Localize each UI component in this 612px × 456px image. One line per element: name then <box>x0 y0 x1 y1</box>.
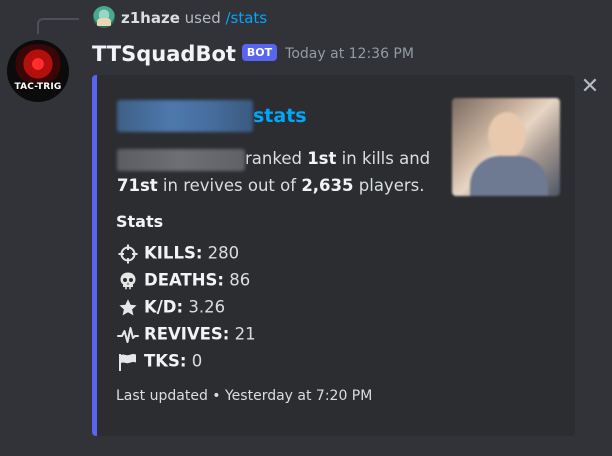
crosshair-icon <box>117 244 139 264</box>
author-name[interactable]: TTSquadBot <box>92 42 236 66</box>
desc-text-in-kills: in kills and <box>336 149 431 168</box>
reply-username[interactable]: z1haze <box>121 9 180 27</box>
stat-kd: K/D: 3.26 <box>117 295 225 319</box>
command-reply-context: z1haze used /stats <box>121 7 267 29</box>
embed-title: stats <box>117 100 307 132</box>
stat-value: 3.26 <box>183 297 226 317</box>
stat-deaths: DEATHS: 86 <box>117 268 250 292</box>
stat-value: 21 <box>229 324 256 344</box>
redacted-player-name <box>117 100 253 132</box>
stat-label: REVIVES: <box>144 324 230 344</box>
flag-icon <box>117 352 139 372</box>
embed-description: ranked 1st in kills and 71st in revives … <box>117 145 430 199</box>
stats-embed: stats ranked 1st in kills and 71st in re… <box>92 75 575 436</box>
reply-command[interactable]: /stats <box>225 9 267 27</box>
stat-value: 86 <box>224 270 251 290</box>
message-timestamp: Today at 12:36 PM <box>285 46 414 62</box>
bot-avatar[interactable]: TAC-TRIG <box>7 40 69 102</box>
revives-rank: 71st <box>117 176 158 195</box>
embed-footer: Last updated • Yesterday at 7:20 PM <box>116 388 373 404</box>
stat-value: 280 <box>202 243 240 263</box>
kills-rank: 1st <box>307 149 337 168</box>
skull-icon <box>117 271 139 291</box>
stat-label: K/D: <box>144 297 184 317</box>
bot-badge: BOT <box>241 43 278 61</box>
stat-value: 0 <box>186 351 203 371</box>
avatar-logo-graphic <box>13 44 63 84</box>
avatar-logo-text: TAC-TRIG <box>14 82 62 92</box>
embed-title-link[interactable]: stats <box>253 105 307 127</box>
star-icon <box>117 298 139 318</box>
desc-text-players: players. <box>353 176 425 195</box>
embed-thumbnail[interactable] <box>452 98 560 196</box>
desc-text-in-revives: in revives out of <box>157 176 302 195</box>
close-icon[interactable]: ✕ <box>579 76 601 98</box>
stat-revives: REVIVES: 21 <box>117 322 256 346</box>
stat-label: KILLS: <box>144 243 203 263</box>
reply-user-avatar[interactable] <box>93 6 115 28</box>
stat-tks: TKS: 0 <box>117 349 202 373</box>
stat-label: TKS: <box>144 351 187 371</box>
stat-kills: KILLS: 280 <box>117 241 239 265</box>
reply-connector <box>37 18 79 34</box>
message-header: TTSquadBot BOT Today at 12:36 PM <box>92 42 414 66</box>
reply-used-text: used <box>179 9 226 27</box>
stat-label: DEATHS: <box>144 270 225 290</box>
redacted-username <box>117 148 245 171</box>
desc-text-ranked: ranked <box>245 149 308 168</box>
players-count: 2,635 <box>301 176 354 195</box>
stats-heading: Stats <box>116 212 164 231</box>
pulse-icon <box>117 325 139 345</box>
